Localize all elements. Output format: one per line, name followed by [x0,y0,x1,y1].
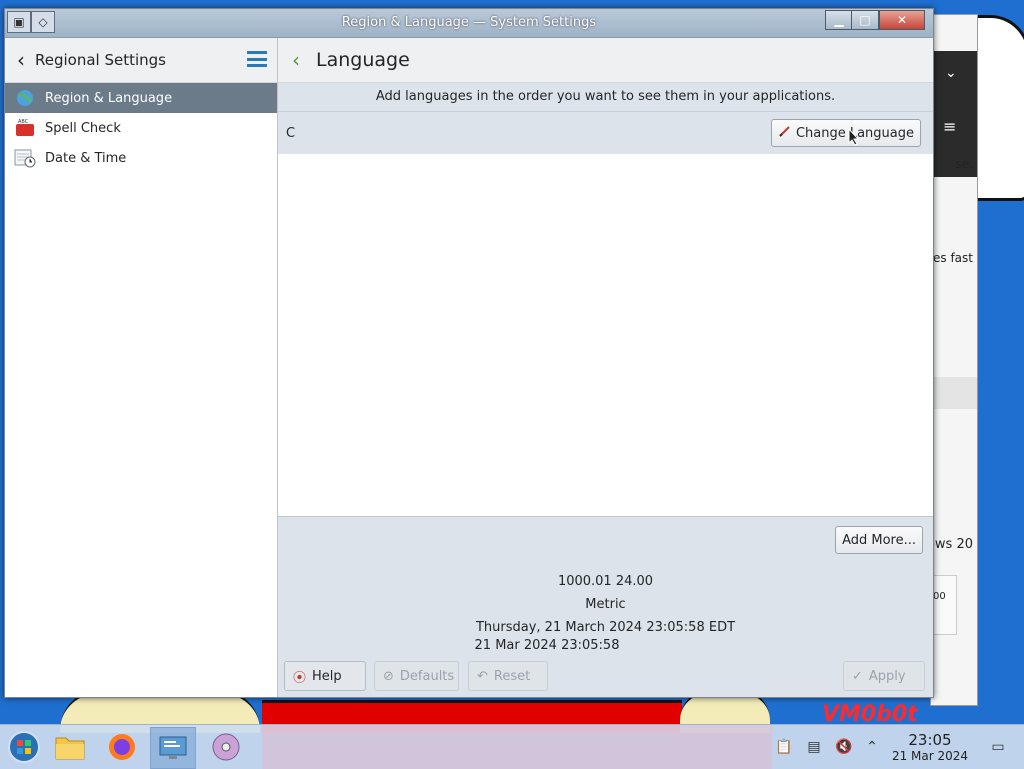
background-text: les fast [930,251,973,265]
apply-label: Apply [868,668,906,684]
short-date-example: 21 Mar 2024 23:05:58 [474,638,620,653]
check-icon: ✓ [852,668,863,684]
change-language-button[interactable]: Change Language [770,119,921,147]
clipboard-icon[interactable]: 📋 [774,737,794,757]
page-title: Language [316,49,410,71]
measurement-example: Metric [585,597,626,612]
info-text: Add languages in the order you want to s… [278,83,933,112]
add-more-button[interactable]: Add More... [835,526,923,554]
hamburger-menu-icon[interactable] [247,51,267,67]
firefox-icon[interactable] [100,727,144,767]
help-icon: ⦿ [293,670,307,686]
calendar-clock-icon [13,148,37,168]
svg-text:ABC: ABC [18,119,29,125]
sidebar: ‹ Regional Settings Region & Language AB… [5,38,278,697]
show-desktop-icon[interactable]: ▭ [988,737,1008,757]
sidebar-title: Regional Settings [35,51,167,69]
sidebar-item-label: Spell Check [45,120,121,136]
background-card [931,575,957,635]
volume-muted-icon[interactable]: 🔇 [834,737,854,757]
sidebar-item-region-language[interactable]: Region & Language [5,83,277,113]
reset-label: Reset [493,668,531,684]
globe-icon [13,88,37,108]
clock-date: 21 Mar 2024 [891,749,969,763]
start-menu-icon[interactable] [2,727,46,767]
defaults-icon: ⊘ [383,668,394,684]
help-label: Help [312,668,342,684]
footer-buttons: ⦿ Help ⊘ Defaults ↶ Reset ✓ Apply [284,661,925,691]
sidebar-item-spell-check[interactable]: ABC Spell Check [5,113,277,143]
content-header: ‹ Language [278,38,933,83]
minimize-button[interactable]: ▁ [825,10,853,30]
system-settings-window: ▣ ◇ Region & Language — System Settings … [4,8,934,698]
window-title: Region & Language — System Settings [341,15,597,30]
chevron-up-icon[interactable]: ⌃ [862,737,882,757]
taskbar-wallpaper-tint [262,725,772,769]
title-bar[interactable]: ▣ ◇ Region & Language — System Settings … [5,9,933,38]
sidebar-item-label: Region & Language [45,90,173,106]
clock[interactable]: 23:05 21 Mar 2024 [884,731,976,763]
close-button[interactable]: ✕ [879,10,925,30]
background-panel [931,377,977,409]
help-button[interactable]: ⦿ Help [284,661,366,691]
clock-time: 23:05 [908,731,952,749]
language-name: C [286,125,296,141]
maximize-button[interactable]: □ [851,10,879,30]
language-row[interactable]: C Change Language [278,112,933,154]
sidebar-item-label: Date & Time [45,150,127,166]
defaults-button[interactable]: ⊘ Defaults [374,661,459,691]
disc-icon[interactable] [204,727,248,767]
background-text: se. [955,157,973,171]
back-arrow-icon[interactable]: ‹ [17,48,25,72]
storage-icon[interactable]: ▤ [804,737,824,757]
defaults-label: Defaults [399,668,455,684]
spell-check-icon: ABC [13,118,37,138]
background-text: ows 20 [930,537,973,552]
system-settings-taskbar-icon[interactable] [150,727,196,769]
apply-button[interactable]: ✓ Apply [843,661,925,691]
sidebar-item-date-time[interactable]: Date & Time [5,143,277,173]
mouse-cursor-icon [848,127,860,150]
reset-button[interactable]: ↶ Reset [468,661,548,691]
menu-icon[interactable]: ≡ [943,117,956,136]
content-pane: ‹ Language Add languages in the order yo… [278,38,933,697]
taskbar: 📋 ▤ 🔇 ⌃ 23:05 21 Mar 2024 ▭ [0,724,1024,769]
edit-icon [778,124,792,142]
long-date-example: Thursday, 21 March 2024 23:05:58 EDT [475,620,736,635]
background-text: 00 [933,591,946,602]
background-browser-window[interactable]: ⌄ ≡ se. les fast ows 20 00 [930,14,978,706]
reset-icon: ↶ [477,668,488,684]
number-example: 1000.01 24.00 [557,574,654,589]
file-manager-icon[interactable] [48,727,92,767]
chevron-down-icon[interactable]: ⌄ [945,65,957,81]
language-list[interactable] [278,154,933,517]
back-arrow-icon[interactable]: ‹ [292,48,300,72]
sidebar-header: ‹ Regional Settings [5,38,277,83]
